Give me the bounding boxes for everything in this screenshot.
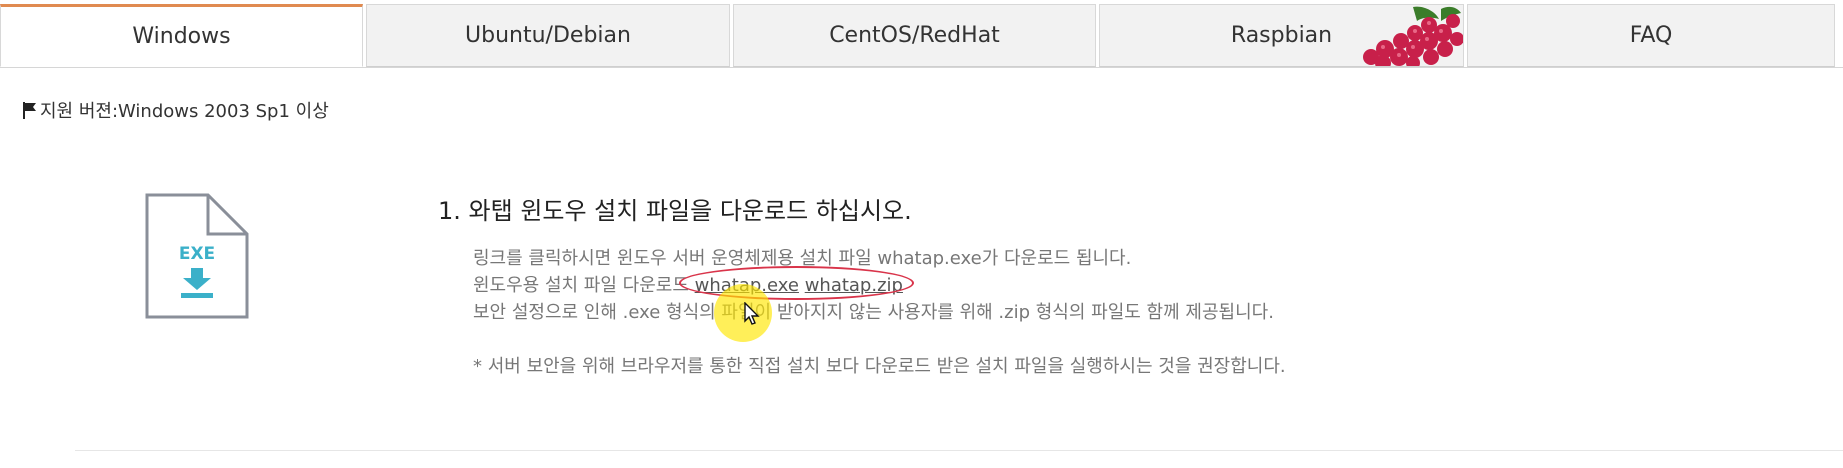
tab-label: FAQ [1629,23,1673,48]
exe-file-download-icon: EXE [145,193,249,319]
tab-windows[interactable]: Windows [0,4,363,67]
mouse-cursor-icon [744,302,760,325]
tab-label: Raspbian [1230,23,1333,48]
download-links-prefix: 윈도우용 설치 파일 다운로드 [473,275,689,296]
tab-label: Windows [132,24,231,49]
step-description-line3: 보안 설정으로 인해 .exe 형식의 파일이 받아지지 않는 사용자를 위해 … [473,302,1274,323]
tabs-divider [0,67,1843,68]
tab-centos-redhat[interactable]: CentOS/RedHat [733,4,1096,67]
tab-label: Ubuntu/Debian [465,23,631,48]
tab-label: CentOS/RedHat [829,23,1000,48]
section-divider [75,450,1843,451]
step-description-line1: 링크를 클릭하시면 윈도우 서버 운영체제용 설치 파일 whatap.exe가… [473,248,1132,269]
support-version-text: 지원 버젼:Windows 2003 Sp1 이상 [40,101,329,122]
security-note: * 서버 보안을 위해 브라우저를 통한 직접 설치 보다 다운로드 받은 설치… [473,356,1286,377]
download-links-line: 윈도우용 설치 파일 다운로드 whatap.exe whatap.zip [473,271,903,297]
raspberry-icon [1363,6,1463,66]
flag-icon [23,102,36,119]
tab-faq[interactable]: FAQ [1467,4,1835,67]
download-exe-link[interactable]: whatap.exe [695,275,799,296]
tab-ubuntu-debian[interactable]: Ubuntu/Debian [366,4,730,67]
step-title: 1. 와탭 윈도우 설치 파일을 다운로드 하십시오. [438,197,912,225]
support-version: 지원 버젼:Windows 2003 Sp1 이상 [22,97,329,123]
exe-label: EXE [179,244,215,264]
download-zip-link[interactable]: whatap.zip [805,275,903,296]
os-tabs: Windows Ubuntu/Debian CentOS/RedHat Rasp… [0,4,1843,68]
install-guide-page: Windows Ubuntu/Debian CentOS/RedHat Rasp… [0,0,1843,468]
tab-raspbian[interactable]: Raspbian [1099,4,1464,67]
